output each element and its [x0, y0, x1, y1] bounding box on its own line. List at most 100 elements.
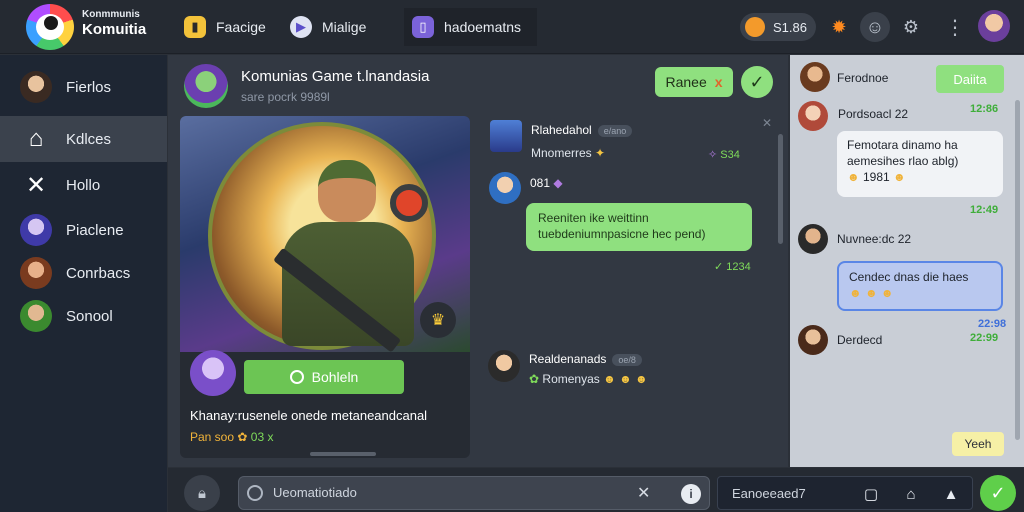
- sidebar-item-hollo[interactable]: ✕ Hollo: [0, 162, 167, 208]
- bubble-line: tuebdeniumnpasicne hec pend): [538, 227, 706, 241]
- user-avatar[interactable]: [978, 10, 1010, 42]
- help-icon[interactable]: i: [681, 484, 701, 504]
- reply-chip[interactable]: Yeeh: [952, 432, 1004, 456]
- right-avatar[interactable]: [798, 325, 828, 355]
- tab-mialige[interactable]: ▶ Mialige: [290, 8, 366, 46]
- message-bubble: Reeniten ike weittinn tuebdeniumnpasicne…: [526, 203, 752, 251]
- sidebar-item-label: Conrbacs: [66, 264, 131, 282]
- logo-mark: [44, 16, 58, 30]
- hero-card: ♛ Bohleln Khanay:rusenele onede metanean…: [180, 116, 470, 458]
- home-icon: ⌂: [28, 125, 44, 152]
- message-author: Realdenanads oe/8: [529, 352, 642, 366]
- tab-faacige[interactable]: ▮ Faacige: [184, 8, 266, 46]
- right-time: 22:99: [970, 332, 999, 344]
- emoji-icon: ☻ ☻ ☻: [849, 286, 894, 300]
- sticker-icon[interactable]: ▢: [860, 483, 882, 505]
- clear-icon[interactable]: ✕: [637, 483, 650, 503]
- image-icon[interactable]: ▲: [940, 483, 962, 505]
- right-scrollbar[interactable]: [1015, 100, 1020, 440]
- lock-icon[interactable]: 🔒︎: [184, 475, 220, 511]
- message-tag: e/ano: [597, 124, 633, 137]
- reply-field-label: Eanoeeaed7: [732, 486, 806, 501]
- message-time: ✓ 1234: [714, 261, 751, 273]
- right-author: Nuvnee:dc 22: [837, 232, 912, 246]
- right-bubble: Femotara dinamo ha aemesihes rlao ablg) …: [837, 131, 1003, 197]
- hero-scrollbar[interactable]: [310, 452, 376, 456]
- brand-name: Komuitia: [82, 21, 147, 38]
- message-time-value: S34: [720, 149, 740, 161]
- gear-icon[interactable]: ⚙: [896, 12, 926, 42]
- close-icon[interactable]: ✕: [762, 116, 772, 130]
- follow-label: Bohleln: [311, 369, 359, 385]
- right-avatar[interactable]: [798, 101, 828, 131]
- follow-button[interactable]: Bohleln: [244, 360, 404, 394]
- message-text: Mnomerres ✦: [531, 146, 605, 160]
- pin-icon: [289, 370, 304, 384]
- tab-label: Faacige: [216, 19, 266, 35]
- sun-icon[interactable]: ✹: [824, 12, 854, 42]
- emoji-icon: ☻ ☻ ☻: [603, 372, 648, 386]
- emoji-icon: ☻: [847, 170, 860, 184]
- chat-scrollbar[interactable]: [778, 134, 783, 244]
- right-action-button[interactable]: Daiita: [936, 65, 1004, 93]
- share-button[interactable]: Ranee x: [655, 67, 733, 97]
- hero-description: Khanay:rusenele onede metaneandcanal: [190, 408, 428, 423]
- soldier-body: [282, 222, 414, 346]
- message-avatar[interactable]: [489, 172, 521, 204]
- avatar: [20, 71, 52, 103]
- soldier-head: [318, 160, 376, 222]
- hero-artwork: ♛: [180, 116, 470, 353]
- message-author: 081 ◆: [530, 176, 563, 190]
- message-time-value: 1234: [726, 261, 751, 273]
- bubble-line: ☻ 1981 ☻: [847, 169, 993, 185]
- avatar: [20, 257, 52, 289]
- message-input-box[interactable]: ✕ i: [238, 476, 710, 510]
- sidebar-item-kdlces[interactable]: ⌂ Kdlces: [0, 116, 167, 162]
- emoji-icon[interactable]: ☺: [860, 12, 890, 42]
- message-time: ✧ S34: [708, 148, 740, 161]
- right-time: 12:86: [970, 103, 999, 115]
- swords-icon: ✕: [25, 171, 47, 199]
- sidebar-item-sonool[interactable]: Sonool: [0, 293, 167, 339]
- flower-icon: ✿: [237, 430, 248, 444]
- crown-icon[interactable]: ♛: [420, 302, 456, 338]
- group-subtitle: sare pocrk 9989l: [241, 90, 330, 104]
- sidebar-item-piaclene[interactable]: Piaclene: [0, 207, 167, 253]
- sidebar-item-label: Sonool: [66, 307, 113, 325]
- check-icon[interactable]: ✓: [741, 66, 773, 98]
- group-avatar[interactable]: [184, 64, 228, 108]
- sidebar-item-fierlos[interactable]: Fierlos: [0, 64, 167, 110]
- message-author-name: Rlahedahol: [531, 123, 592, 137]
- right-avatar[interactable]: [798, 224, 828, 254]
- message-avatar[interactable]: [488, 350, 520, 382]
- message-author: Rlahedahol e/ano: [531, 123, 633, 137]
- soldier-portrait[interactable]: [208, 122, 436, 353]
- sidebar-item-label: Piaclene: [66, 221, 124, 239]
- hero-owner-avatar[interactable]: [190, 350, 236, 396]
- right-author: Derdecd: [837, 333, 883, 347]
- message-text: ✿ Romenyas ☻ ☻ ☻: [529, 372, 648, 386]
- more-icon[interactable]: ⋮: [940, 12, 970, 42]
- sidebar-item-conrbacs[interactable]: Conrbacs: [0, 250, 167, 296]
- right-time: 22:98: [978, 318, 1007, 330]
- message-avatar[interactable]: [490, 120, 522, 152]
- avatar: [20, 214, 52, 246]
- message-tag: oe/8: [612, 353, 642, 366]
- right-avatar[interactable]: [800, 62, 830, 92]
- sidebar-item-label: Hollo: [66, 176, 101, 194]
- coin-balance[interactable]: S1.86: [740, 13, 816, 41]
- tab-label: hadoematns: [444, 19, 522, 35]
- home-icon[interactable]: ⌂: [900, 483, 922, 505]
- message-author-name: 081: [530, 176, 551, 190]
- tab-hadoematns[interactable]: ▯ hadoematns: [404, 8, 537, 46]
- message-input[interactable]: [273, 485, 653, 500]
- hero-stats-left: Pan soo: [190, 430, 235, 444]
- gem-icon: ◆: [553, 176, 563, 190]
- send-icon[interactable]: ✓: [980, 475, 1016, 511]
- star-icon: ✦: [595, 146, 606, 160]
- sparkle-icon: ✧: [708, 149, 718, 161]
- reply-field[interactable]: Eanoeeaed7 ▢ ⌂ ▲: [717, 476, 973, 510]
- message-body: Mnomerres: [531, 146, 592, 160]
- bubble-line: aemesihes rlao ablg): [847, 154, 959, 168]
- hero-stats-mark: x: [267, 430, 274, 444]
